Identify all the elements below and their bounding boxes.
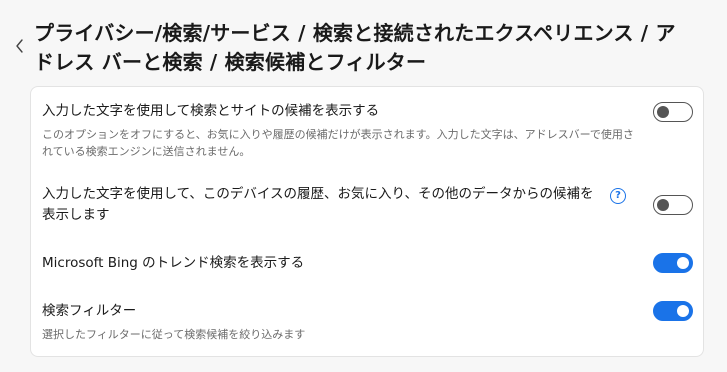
setting-description: このオプションをオフにすると、お気に入りや履歴の候補だけが表示されます。入力した… xyxy=(42,128,634,158)
toggle-knob xyxy=(677,257,689,269)
device-data-suggestions-toggle[interactable] xyxy=(653,195,693,215)
search-site-suggestions-toggle[interactable] xyxy=(653,102,693,122)
page-title: プライバシー/検索/サービス / 検索と接続されたエクスペリエンス / アドレス… xyxy=(34,21,676,74)
setting-title: 入力した文字を使用して、このデバイスの履歴、お気に入り、その他のデータからの候補… xyxy=(42,186,594,223)
toggle-knob xyxy=(657,106,669,118)
setting-row-device-data-suggestions: 入力した文字を使用して、このデバイスの履歴、お気に入り、その他のデータからの候補… xyxy=(42,184,693,226)
toggle-knob xyxy=(677,305,689,317)
settings-card: 入力した文字を使用して検索とサイトの候補を表示する このオプションをオフにすると… xyxy=(30,86,704,357)
chevron-left-icon xyxy=(15,39,24,53)
search-filter-toggle[interactable] xyxy=(653,301,693,321)
setting-title: 入力した文字を使用して検索とサイトの候補を表示する xyxy=(42,103,380,119)
setting-title: 検索フィルター xyxy=(42,303,137,319)
back-button[interactable] xyxy=(10,36,28,56)
setting-row-search-filter: 検索フィルター 選択したフィルターに従って検索候補を絞り込みます xyxy=(42,301,693,343)
bing-trending-toggle[interactable] xyxy=(653,253,693,273)
help-circle-icon[interactable]: ? xyxy=(610,188,626,204)
setting-description: 選択したフィルターに従って検索候補を絞り込みます xyxy=(42,328,306,341)
toggle-knob xyxy=(657,199,669,211)
setting-title: Microsoft Bing のトレンド検索を表示する xyxy=(42,255,305,271)
setting-row-bing-trending: Microsoft Bing のトレンド検索を表示する xyxy=(42,253,693,274)
setting-row-search-site-suggestions: 入力した文字を使用して検索とサイトの候補を表示する このオプションをオフにすると… xyxy=(42,101,693,160)
